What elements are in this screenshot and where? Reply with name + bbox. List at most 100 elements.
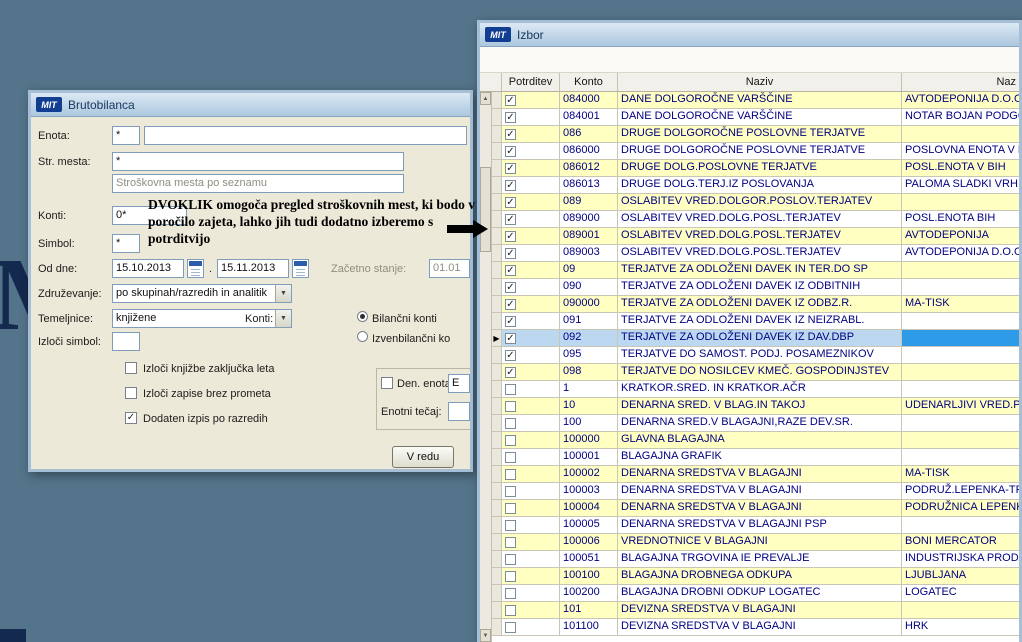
row-checkbox[interactable]: [505, 621, 516, 633]
checkbox-izloci-knjizbe[interactable]: [125, 362, 137, 374]
konto-cell[interactable]: 100005: [560, 517, 618, 534]
konto-cell[interactable]: 100004: [560, 500, 618, 517]
naziv2-cell[interactable]: PODRUŽNICA LEPENK: [902, 500, 1019, 517]
row-selector-cell[interactable]: [492, 364, 502, 381]
row-selector-cell[interactable]: [492, 262, 502, 279]
row-selector-cell[interactable]: [492, 381, 502, 398]
table-row[interactable]: ✓ 084000 DANE DOLGOROČNE VARŠČINE AVTODE…: [492, 92, 1019, 109]
naziv-cell[interactable]: TERJATVE ZA ODLOŽENI DAVEK IZ ODBZ.R.: [618, 296, 902, 313]
naziv2-cell[interactable]: POSLOVNA ENOTA V B: [902, 143, 1019, 160]
row-selector-cell[interactable]: ▶: [492, 330, 502, 347]
konto-cell[interactable]: 100000: [560, 432, 618, 449]
naziv2-cell[interactable]: BONI MERCATOR: [902, 534, 1019, 551]
table-row[interactable]: ✓ 089000 OSLABITEV VRED.DOLG.POSL.TERJAT…: [492, 211, 1019, 228]
konto-cell[interactable]: 09: [560, 262, 618, 279]
ok-button[interactable]: V redu: [392, 446, 454, 468]
row-checkbox-cell[interactable]: ✓: [502, 228, 560, 245]
konto-cell[interactable]: 086: [560, 126, 618, 143]
row-selector-cell[interactable]: [492, 92, 502, 109]
checkbox-izloci-zapise[interactable]: [125, 387, 137, 399]
konto-cell[interactable]: 089003: [560, 245, 618, 262]
naziv-cell[interactable]: DENARNA SRED. V BLAG.IN TAKOJ: [618, 398, 902, 415]
naziv2-cell[interactable]: MA-TISK: [902, 466, 1019, 483]
row-checkbox-cell[interactable]: ✓: [502, 126, 560, 143]
naziv-cell[interactable]: DANE DOLGOROČNE VARŠČINE: [618, 109, 902, 126]
naziv-cell[interactable]: OSLABITEV VRED.DOLGOR.POSLOV.TERJATEV: [618, 194, 902, 211]
row-checkbox[interactable]: [505, 553, 516, 565]
row-selector-cell[interactable]: [492, 500, 502, 517]
row-checkbox-cell[interactable]: ✓: [502, 245, 560, 262]
naziv-cell[interactable]: TERJATVE DO NOSILCEV KMEČ. GOSPODINJSTEV: [618, 364, 902, 381]
scroll-down-icon[interactable]: ▼: [480, 629, 491, 642]
calendar-icon[interactable]: [187, 259, 204, 278]
row-checkbox[interactable]: ✓: [505, 230, 516, 242]
naziv-cell[interactable]: OSLABITEV VRED.DOLG.POSL.TERJATEV: [618, 211, 902, 228]
row-selector-cell[interactable]: [492, 296, 502, 313]
naziv2-cell[interactable]: INDUSTRIJSKA PRODA: [902, 551, 1019, 568]
naziv2-cell[interactable]: POSL.ENOTA V BIH: [902, 160, 1019, 177]
den-enota-input[interactable]: E: [448, 374, 470, 393]
row-checkbox[interactable]: ✓: [505, 349, 516, 361]
date-from-input[interactable]: 15.10.2013: [112, 259, 184, 278]
naziv-cell[interactable]: DRUGE DOLGOROČNE POSLOVNE TERJATVE: [618, 126, 902, 143]
row-checkbox[interactable]: [505, 468, 516, 480]
konto-cell[interactable]: 084001: [560, 109, 618, 126]
row-checkbox-cell[interactable]: ✓: [502, 177, 560, 194]
row-selector-cell[interactable]: [492, 466, 502, 483]
row-checkbox[interactable]: [505, 417, 516, 429]
row-checkbox[interactable]: [505, 434, 516, 446]
row-checkbox[interactable]: [505, 383, 516, 395]
naziv-cell[interactable]: DEVIZNA SREDSTVA V BLAGAJNI: [618, 619, 902, 636]
row-checkbox-cell[interactable]: ✓: [502, 160, 560, 177]
naziv2-cell[interactable]: [902, 262, 1019, 279]
column-header-konto[interactable]: Konto: [560, 73, 618, 91]
row-selector-cell[interactable]: [492, 143, 502, 160]
row-checkbox[interactable]: ✓: [505, 128, 516, 140]
naziv2-cell[interactable]: [902, 415, 1019, 432]
konto-cell[interactable]: 086000: [560, 143, 618, 160]
naziv-cell[interactable]: GLAVNA BLAGAJNA: [618, 432, 902, 449]
row-checkbox[interactable]: ✓: [505, 366, 516, 378]
konto-cell[interactable]: 091: [560, 313, 618, 330]
row-selector-cell[interactable]: [492, 194, 502, 211]
table-row[interactable]: 100002 DENARNA SREDSTVA V BLAGAJNI MA-TI…: [492, 466, 1019, 483]
row-checkbox-cell[interactable]: [502, 381, 560, 398]
naziv-cell[interactable]: DEVIZNA SREDSTVA V BLAGAJNI: [618, 602, 902, 619]
row-checkbox-cell[interactable]: [502, 398, 560, 415]
row-selector-cell[interactable]: [492, 619, 502, 636]
row-checkbox[interactable]: [505, 502, 516, 514]
table-row[interactable]: ✓ 084001 DANE DOLGOROČNE VARŠČINE NOTAR …: [492, 109, 1019, 126]
konto-cell[interactable]: 092: [560, 330, 618, 347]
naziv2-cell[interactable]: [902, 194, 1019, 211]
konto-cell[interactable]: 10: [560, 398, 618, 415]
row-selector-cell[interactable]: [492, 585, 502, 602]
row-checkbox-cell[interactable]: [502, 483, 560, 500]
row-checkbox-cell[interactable]: [502, 432, 560, 449]
row-selector-cell[interactable]: [492, 483, 502, 500]
chevron-down-icon[interactable]: ▼: [275, 285, 291, 302]
naziv2-cell[interactable]: [902, 381, 1019, 398]
row-checkbox[interactable]: ✓: [505, 298, 516, 310]
row-selector-cell[interactable]: [492, 534, 502, 551]
row-checkbox-cell[interactable]: [502, 619, 560, 636]
table-row[interactable]: ✓ 086000 DRUGE DOLGOROČNE POSLOVNE TERJA…: [492, 143, 1019, 160]
konto-cell[interactable]: 090000: [560, 296, 618, 313]
naziv-cell[interactable]: DENARNA SREDSTVA V BLAGAJNI PSP: [618, 517, 902, 534]
row-checkbox-cell[interactable]: ✓: [502, 313, 560, 330]
table-row[interactable]: 100006 VREDNOTNICE V BLAGAJNI BONI MERCA…: [492, 534, 1019, 551]
row-checkbox-cell[interactable]: ✓: [502, 211, 560, 228]
naziv2-cell[interactable]: AVTODEPONIJA D.O.O.: [902, 92, 1019, 109]
table-row[interactable]: 100001 BLAGAJNA GRAFIK: [492, 449, 1019, 466]
konto-cell[interactable]: 1: [560, 381, 618, 398]
izloci-simbol-input[interactable]: [112, 332, 140, 351]
naziv-cell[interactable]: OSLABITEV VRED.DOLG.POSL.TERJATEV: [618, 245, 902, 262]
naziv2-cell[interactable]: [902, 602, 1019, 619]
table-row[interactable]: 100004 DENARNA SREDSTVA V BLAGAJNI PODRU…: [492, 500, 1019, 517]
naziv2-cell[interactable]: POSL.ENOTA BIH: [902, 211, 1019, 228]
konto-cell[interactable]: 101: [560, 602, 618, 619]
row-checkbox[interactable]: ✓: [505, 94, 516, 106]
naziv-cell[interactable]: TERJATVE ZA ODLOŽENI DAVEK IN TER.DO SP: [618, 262, 902, 279]
column-header-naziv2[interactable]: Naz: [902, 73, 1019, 91]
row-checkbox-cell[interactable]: ✓: [502, 296, 560, 313]
brutobilanca-titlebar[interactable]: MIT Brutobilanca: [31, 93, 470, 117]
